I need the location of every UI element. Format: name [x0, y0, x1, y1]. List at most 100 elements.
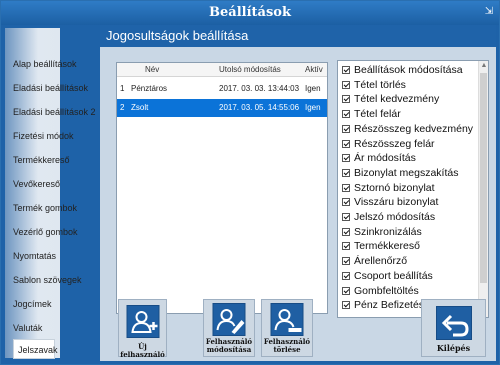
permission-checkbox[interactable]: Tétel kedvezmény: [342, 93, 439, 107]
checkbox-checked-icon[interactable]: [342, 183, 350, 192]
settings-sidebar: Alap beállítások Eladási beállítások Eladá…: [5, 28, 96, 359]
permission-checkbox[interactable]: Visszáru bizonylat: [342, 196, 438, 210]
permissions-scrollbar[interactable]: ▲ ▼: [478, 61, 488, 317]
checkbox-checked-icon[interactable]: [342, 301, 350, 310]
sidebar-item-label: Vevőkereső: [13, 179, 61, 189]
table-cell-id: 2: [120, 103, 125, 112]
checkbox-checked-icon[interactable]: [342, 154, 350, 163]
table-cell-name: Zsolt: [131, 103, 149, 112]
window-title: Beállítások: [209, 5, 291, 20]
permission-checkbox[interactable]: Tétel törlés: [342, 79, 406, 93]
checkbox-checked-icon[interactable]: [342, 80, 350, 89]
checkbox-checked-icon[interactable]: [342, 227, 350, 236]
sidebar-item[interactable]: Vevőkereső: [13, 174, 103, 194]
sidebar-item-label: Fizetési módok: [13, 131, 74, 141]
users-table: Név Utolsó módosítás Aktív 1 Pénztáros 201…: [116, 62, 328, 314]
checkbox-checked-icon[interactable]: [342, 257, 350, 266]
permission-label: Tétel felár: [354, 108, 401, 121]
sidebar-item-label: Jogcímek: [13, 299, 52, 309]
permission-label: Részösszeg felár: [354, 137, 435, 150]
title-bar: Beállítások ⇲: [1, 1, 499, 25]
checkbox-checked-icon[interactable]: [342, 66, 350, 74]
permission-checkbox[interactable]: Tétel felár: [342, 108, 401, 122]
permission-label: Tétel kedvezmény: [354, 93, 440, 106]
edit-user-label-2: módosítása: [206, 345, 252, 354]
edit-user-button[interactable]: Felhasználó módosítása: [203, 299, 255, 357]
table-cell-active: Igen: [305, 103, 321, 112]
sidebar-item-label: Nyomtatás: [13, 251, 57, 261]
scrollbar-thumb[interactable]: [480, 73, 487, 283]
new-user-button[interactable]: Új felhasználó: [118, 299, 167, 359]
new-user-label: Új felhasználó: [120, 342, 165, 359]
column-header-name[interactable]: Név: [145, 65, 159, 74]
permission-checkbox[interactable]: Sztornó bizonylat: [342, 182, 435, 196]
permissions-list: Beállítások módosítása Tétel törlés Tétel …: [337, 60, 489, 318]
permission-checkbox[interactable]: Részösszeg felár: [342, 138, 435, 152]
sidebar-item-label: Valuták: [13, 323, 43, 333]
permission-label: Beállítások módosítása: [354, 64, 463, 76]
exit-button[interactable]: Kilépés: [421, 299, 486, 357]
checkbox-checked-icon[interactable]: [342, 213, 350, 221]
sidebar-item[interactable]: Sablon szövegek: [13, 270, 103, 290]
permission-label: Bizonylat megszakítás: [354, 166, 459, 179]
sidebar-item[interactable]: Jelszavak: [13, 339, 58, 359]
permission-label: Termékkereső: [354, 240, 420, 253]
checkbox-checked-icon[interactable]: [342, 271, 350, 280]
table-cell-modified: 2017. 03. 03. 13:44:03: [219, 84, 300, 93]
permission-label: Pénz Befizetés: [354, 299, 425, 312]
checkbox-checked-icon[interactable]: [342, 110, 350, 119]
permission-label: Tétel törlés: [354, 78, 406, 91]
back-arrow-icon: [435, 306, 472, 340]
permission-checkbox[interactable]: Szinkronizálás: [342, 226, 422, 240]
permission-checkbox[interactable]: Pénz Befizetés: [342, 299, 424, 313]
permission-checkbox[interactable]: Beállítások módosítása: [342, 64, 463, 78]
permission-checkbox[interactable]: Termékkereső: [342, 240, 420, 254]
permission-checkbox[interactable]: Gombfeltöltés: [342, 285, 419, 299]
sidebar-item[interactable]: Valuták: [13, 318, 103, 338]
sidebar-item[interactable]: Eladási beállítások: [13, 78, 103, 98]
restore-icon[interactable]: ⇲: [483, 5, 495, 19]
checkbox-checked-icon[interactable]: [342, 198, 350, 207]
permission-label: Visszáru bizonylat: [354, 196, 439, 209]
sidebar-item[interactable]: Eladási beállítások 2: [13, 102, 103, 122]
sidebar-item[interactable]: Nyomtatás: [13, 246, 103, 266]
settings-window: Beállítások ⇲ Alap beállítások Eladási be…: [0, 0, 500, 365]
delete-user-label-2: törlése: [273, 345, 301, 354]
column-header-modified[interactable]: Utolsó módosítás: [219, 65, 281, 74]
sidebar-item-label: Vezérlő gombok: [13, 227, 78, 237]
permission-checkbox[interactable]: Ár módosítás: [342, 152, 416, 166]
remove-user-icon: [270, 303, 304, 336]
permission-label: Sztornó bizonylat: [354, 181, 435, 194]
scroll-up-icon[interactable]: ▲: [479, 61, 488, 71]
permission-label: Ár módosítás: [354, 152, 416, 165]
checkbox-checked-icon[interactable]: [342, 286, 350, 295]
table-row[interactable]: 2 Zsolt 2017. 03. 05. 14:55:06 Igen: [117, 99, 327, 117]
table-cell-active: Igen: [305, 84, 321, 93]
delete-user-button[interactable]: Felhasználó törlése: [261, 299, 313, 357]
permission-label: Szinkronizálás: [354, 225, 422, 238]
sidebar-item[interactable]: Alap beállítások: [13, 54, 103, 74]
checkbox-checked-icon[interactable]: [342, 242, 350, 251]
checkbox-checked-icon[interactable]: [342, 139, 350, 148]
checkbox-checked-icon[interactable]: [342, 124, 350, 133]
sidebar-item[interactable]: Termék gombok: [13, 198, 103, 218]
checkbox-checked-icon[interactable]: [342, 95, 350, 104]
sidebar-item[interactable]: Termékkereső: [13, 150, 103, 170]
sidebar-item[interactable]: Vezérlő gombok: [13, 222, 103, 242]
permission-checkbox[interactable]: Csoport beállítás: [342, 270, 433, 284]
table-cell-id: 1: [120, 84, 125, 93]
checkbox-checked-icon[interactable]: [342, 168, 350, 177]
permission-label: Jelszó módosítás: [354, 211, 436, 223]
sidebar-item-label: Alap beállítások: [13, 59, 77, 69]
permission-label: Részösszeg kedvezmény: [354, 122, 474, 135]
permission-label: Gombfeltöltés: [354, 284, 419, 297]
table-row[interactable]: 1 Pénztáros 2017. 03. 03. 13:44:03 Igen: [117, 80, 327, 98]
permission-checkbox[interactable]: Jelszó módosítás: [342, 211, 435, 225]
permission-checkbox[interactable]: Részösszeg kedvezmény: [342, 123, 473, 137]
permission-checkbox[interactable]: Bizonylat megszakítás: [342, 167, 458, 181]
sidebar-item[interactable]: Jogcímek: [13, 294, 103, 314]
column-header-active[interactable]: Aktív: [305, 65, 323, 74]
sidebar-item[interactable]: Fizetési módok: [13, 126, 103, 146]
permission-checkbox[interactable]: Árellenőrző: [342, 255, 407, 269]
users-table-header: Név Utolsó módosítás Aktív: [117, 63, 327, 77]
